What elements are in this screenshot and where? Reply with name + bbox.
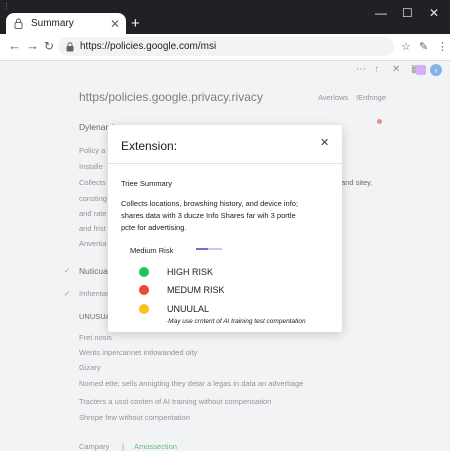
address-toolbar: ← → ↻ https://policies.google.com/msi ☆ … xyxy=(0,34,450,61)
forward-arrow-icon[interactable]: → xyxy=(26,39,39,53)
menu-dots-icon[interactable]: ⋮ xyxy=(3,2,10,10)
address-bar[interactable]: https://policies.google.com/msi xyxy=(58,37,394,56)
divider xyxy=(108,163,342,164)
risk-label: Medium Risk xyxy=(130,246,174,255)
new-tab-button[interactable]: + xyxy=(131,16,140,31)
risk-meter-fill xyxy=(196,248,208,250)
risk-legend-label: UNUULAL xyxy=(167,304,210,314)
edit-icon[interactable]: ✎ xyxy=(419,40,428,53)
modal-subtitle: Triee Summary xyxy=(121,179,172,188)
lock-icon xyxy=(14,18,23,29)
modal-title: Extension: xyxy=(121,139,178,153)
risk-legend-dot xyxy=(139,304,149,314)
close-icon[interactable]: ✕ xyxy=(320,136,329,149)
risk-legend-dot xyxy=(139,267,149,277)
risk-legend-label: HIGH RISK xyxy=(167,267,214,277)
url-text: https://policies.google.com/msi xyxy=(80,41,217,52)
tab-summary[interactable]: Summary ✕ xyxy=(6,13,126,34)
modal-footnote: ·May use crntent of AI training test com… xyxy=(166,318,306,325)
menu-dots-icon[interactable]: ⋮ xyxy=(437,40,448,53)
reload-icon[interactable]: ↻ xyxy=(44,39,54,53)
risk-legend-label: MEDUM RISK xyxy=(167,285,225,295)
modal-description-line: pcte for advertising. xyxy=(121,223,187,232)
risk-meter xyxy=(196,248,222,250)
window-close-button[interactable]: ✕ xyxy=(429,6,439,20)
lock-icon xyxy=(66,41,74,51)
risk-legend-dot xyxy=(139,285,149,295)
close-icon[interactable]: ✕ xyxy=(108,17,122,31)
tab-title: Summary xyxy=(31,18,74,29)
modal-description-line: Collects locations, browshing history, a… xyxy=(121,199,299,208)
extension-modal: Extension: ✕ Triee Summary Collects loca… xyxy=(108,125,342,332)
modal-description-line: shares data with 3 ducze Info Shares far… xyxy=(121,211,296,220)
back-arrow-icon[interactable]: ← xyxy=(8,39,21,53)
minimize-button[interactable]: — xyxy=(375,6,387,20)
maximize-button[interactable]: ☐ xyxy=(402,6,413,20)
title-bar: ⋮ Summary ✕ + — ☐ ✕ xyxy=(0,0,450,34)
bookmark-star-icon[interactable]: ☆ xyxy=(401,40,411,53)
